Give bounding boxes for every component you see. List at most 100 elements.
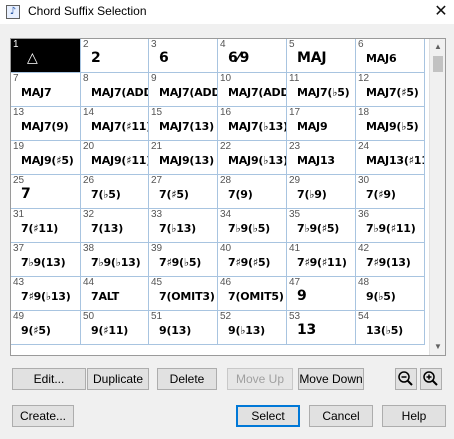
suffix-cell[interactable]: 30 7(♯9) [356,175,425,209]
chord-suffix-symbol: 7♭9(♯11) [366,222,416,235]
suffix-cell[interactable]: 43 7♯9(♭13) [11,277,81,311]
suffix-cell[interactable]: 7 MAJ7 [11,73,81,107]
suffix-cell[interactable]: 15 MAJ7(13) [149,107,218,141]
cell-number: 32 [83,209,95,220]
chord-suffix-symbol: 7(♭13) [159,222,197,235]
suffix-cell[interactable]: 48 9(♭5) [356,277,425,311]
suffix-cell[interactable]: 45 7(OMIT3) [149,277,218,311]
suffix-cell[interactable]: 37 7♭9(13) [11,243,81,277]
cell-number: 41 [289,243,301,254]
cell-number: 48 [358,277,370,288]
suffix-cell[interactable]: 16 MAJ7(♭13) [218,107,287,141]
move-up-button[interactable]: Move Up [227,368,293,390]
chord-suffix-symbol: 7(♯9) [366,188,396,201]
cell-number: 22 [220,141,232,152]
chord-suffix-symbol: 2 [91,50,101,66]
suffix-cell[interactable]: 29 7(♭9) [287,175,356,209]
suffix-cell[interactable]: 36 [149,39,218,73]
create-button[interactable]: Create... [12,405,74,427]
zoom-in-icon[interactable] [420,368,442,390]
suffix-cell[interactable]: 11 MAJ7(♭5) [287,73,356,107]
cell-number: 40 [220,243,232,254]
chord-suffix-symbol: 9 [297,288,307,304]
chord-suffix-symbol: 7(♭9) [297,188,327,201]
suffix-cell[interactable]: 22 [81,39,149,73]
chord-suffix-symbol: 13 [297,322,317,338]
cell-number: 3 [151,39,157,50]
suffix-cell[interactable]: 17 MAJ9 [287,107,356,141]
suffix-cell[interactable]: 10 MAJ7(ADD13 [218,73,287,107]
zoom-out-icon[interactable] [395,368,417,390]
duplicate-button[interactable]: Duplicate [87,368,149,390]
chord-suffix-symbol: 7(♭5) [91,188,121,201]
suffix-cell[interactable]: 51 9(13) [149,311,218,345]
suffix-cell[interactable]: 46 7(OMIT5) [218,277,287,311]
cell-number: 44 [83,277,95,288]
suffix-cell[interactable]: 26 7(♭5) [81,175,149,209]
suffix-cell[interactable]: 54 13(♭5) [356,311,425,345]
suffix-cell[interactable]: 14 MAJ7(♯11) [81,107,149,141]
close-button[interactable]: ✕ [431,1,451,21]
suffix-cell[interactable]: 28 7(9) [218,175,287,209]
suffix-cell[interactable]: 34 7♭9(♭5) [218,209,287,243]
cell-number: 49 [13,311,25,322]
suffix-cell[interactable]: 50 9(♯11) [81,311,149,345]
chord-suffix-symbol: 7(♯5) [159,188,189,201]
suffix-cell[interactable]: 5 MAJ [287,39,356,73]
cell-number: 35 [289,209,301,220]
cell-number: 37 [13,243,25,254]
suffix-cell[interactable]: 39 7♯9(♭5) [149,243,218,277]
suffix-cell[interactable]: 31 7(♯11) [11,209,81,243]
suffix-cell[interactable]: 38 7♭9(♭13) [81,243,149,277]
chord-suffix-symbol: 7(OMIT3) [159,290,215,303]
scroll-up-arrow-icon[interactable]: ▲ [430,39,445,55]
suffix-cell[interactable]: 6 MAJ6 [356,39,425,73]
suffix-cell[interactable]: 53 13 [287,311,356,345]
suffix-cells: 1△223646⁄95MAJ6MAJ67MAJ78MAJ7(ADD9)9MAJ7… [11,39,429,355]
cell-number: 28 [220,175,232,186]
suffix-cell[interactable]: 42 7♯9(13) [356,243,425,277]
suffix-cell[interactable]: 9MAJ7(ADD♯11 [149,73,218,107]
cell-number: 38 [83,243,95,254]
suffix-cell[interactable]: 24 MAJ13(♯11 [356,141,425,175]
suffix-cell[interactable]: 40 7♯9(♯5) [218,243,287,277]
cell-number: 52 [220,311,232,322]
suffix-cell[interactable]: 8MAJ7(ADD9) [81,73,149,107]
suffix-cell[interactable]: 20 MAJ9(♯11) [81,141,149,175]
help-button[interactable]: Help [382,405,446,427]
suffix-cell[interactable]: 49 9(♯5) [11,311,81,345]
suffix-cell[interactable]: 32 7(13) [81,209,149,243]
delete-button[interactable]: Delete [157,368,217,390]
suffix-cell[interactable]: 41 7♯9(♯11) [287,243,356,277]
select-button[interactable]: Select [236,405,300,427]
suffix-cell[interactable]: 25 7 [11,175,81,209]
suffix-cell[interactable]: 23 MAJ13 [287,141,356,175]
suffix-cell[interactable]: 21 MAJ9(13) [149,141,218,175]
vertical-scrollbar[interactable]: ▲ ▼ [429,39,445,355]
suffix-cell[interactable]: 36 7♭9(♯11) [356,209,425,243]
suffix-cell[interactable]: 22 MAJ9(♭13) [218,141,287,175]
chord-suffix-symbol: MAJ7(ADD9) [91,86,148,99]
chord-suffix-symbol: 7ALT [91,290,120,303]
suffix-cell[interactable]: 35 7♭9(♯5) [287,209,356,243]
suffix-cell[interactable]: 4 6⁄9 [218,39,287,73]
suffix-cell[interactable]: 33 7(♭13) [149,209,218,243]
cancel-button[interactable]: Cancel [309,405,373,427]
suffix-cell[interactable]: 19 MAJ9(♯5) [11,141,81,175]
move-down-button[interactable]: Move Down [298,368,364,390]
cell-number: 33 [151,209,163,220]
chord-suffix-symbol: 7(13) [91,222,124,235]
suffix-cell[interactable]: 18 MAJ9(♭5) [356,107,425,141]
suffix-cell[interactable]: 13 MAJ7(9) [11,107,81,141]
scroll-thumb[interactable] [433,56,443,72]
suffix-cell[interactable]: 52 9(♭13) [218,311,287,345]
edit-button[interactable]: Edit... [12,368,86,390]
suffix-cell[interactable]: 27 7(♯5) [149,175,218,209]
suffix-cell[interactable]: 12 MAJ7(♯5) [356,73,425,107]
cell-number: 54 [358,311,370,322]
suffix-cell[interactable]: 47 9 [287,277,356,311]
suffix-cell[interactable]: 44 7ALT [81,277,149,311]
suffix-cell[interactable]: 1 △ [11,39,81,73]
cell-number: 6 [358,39,364,50]
scroll-down-arrow-icon[interactable]: ▼ [430,339,445,355]
